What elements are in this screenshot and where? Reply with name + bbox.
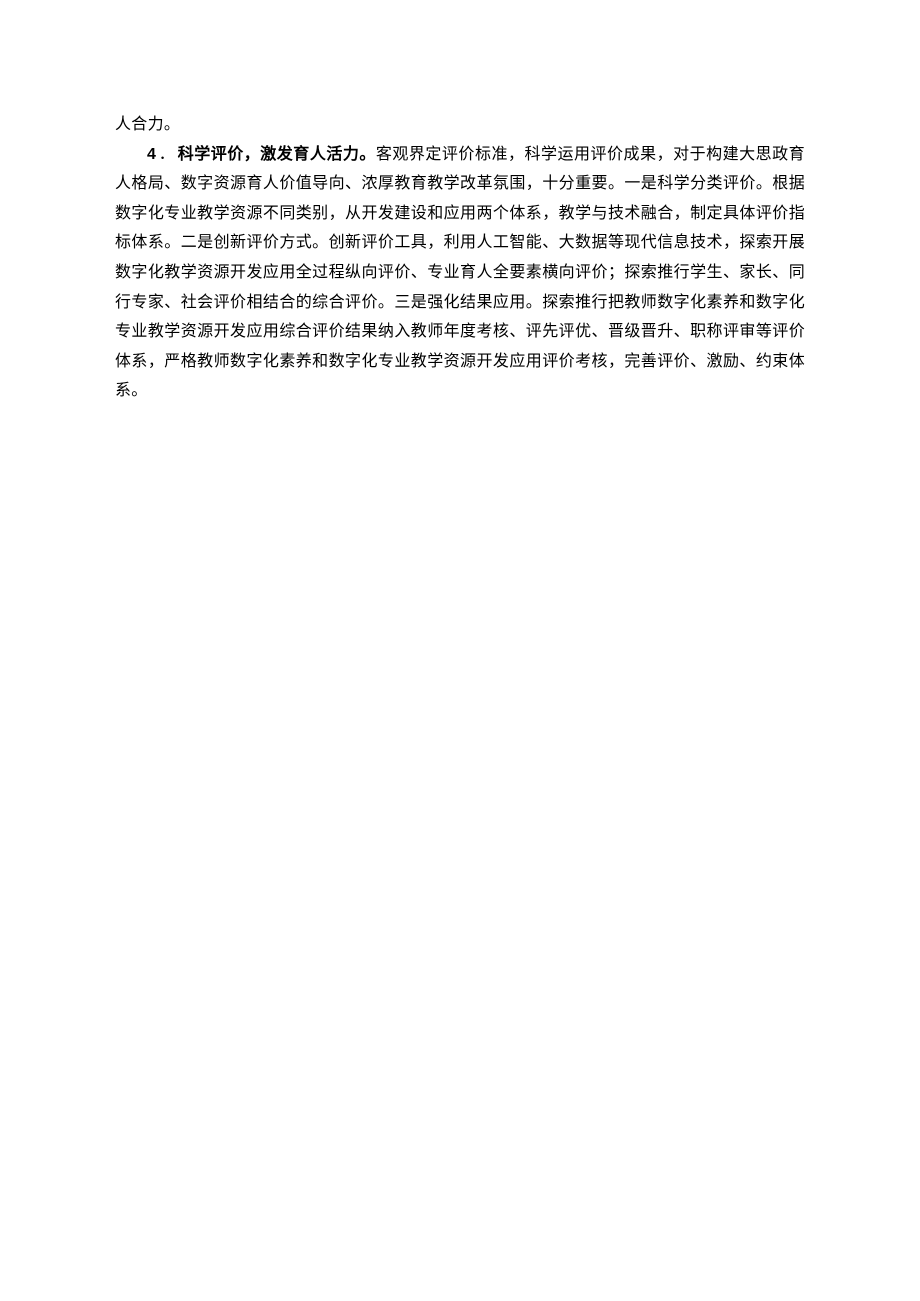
paragraph-separator: ． <box>156 146 178 163</box>
paragraph-number: 4 <box>147 146 156 163</box>
paragraph-body: 客观界定评价标准，科学运用评价成果，对于构建大思政育人格局、数字资源育人价值导向… <box>115 146 805 400</box>
paragraph-heading: 科学评价，激发育人活力。 <box>178 146 376 163</box>
paragraph-4: 4．科学评价，激发育人活力。客观界定评价标准，科学运用评价成果，对于构建大思政育… <box>115 140 805 406</box>
continuation-line: 人合力。 <box>115 110 805 140</box>
document-body: 人合力。 4．科学评价，激发育人活力。客观界定评价标准，科学运用评价成果，对于构… <box>115 110 805 406</box>
